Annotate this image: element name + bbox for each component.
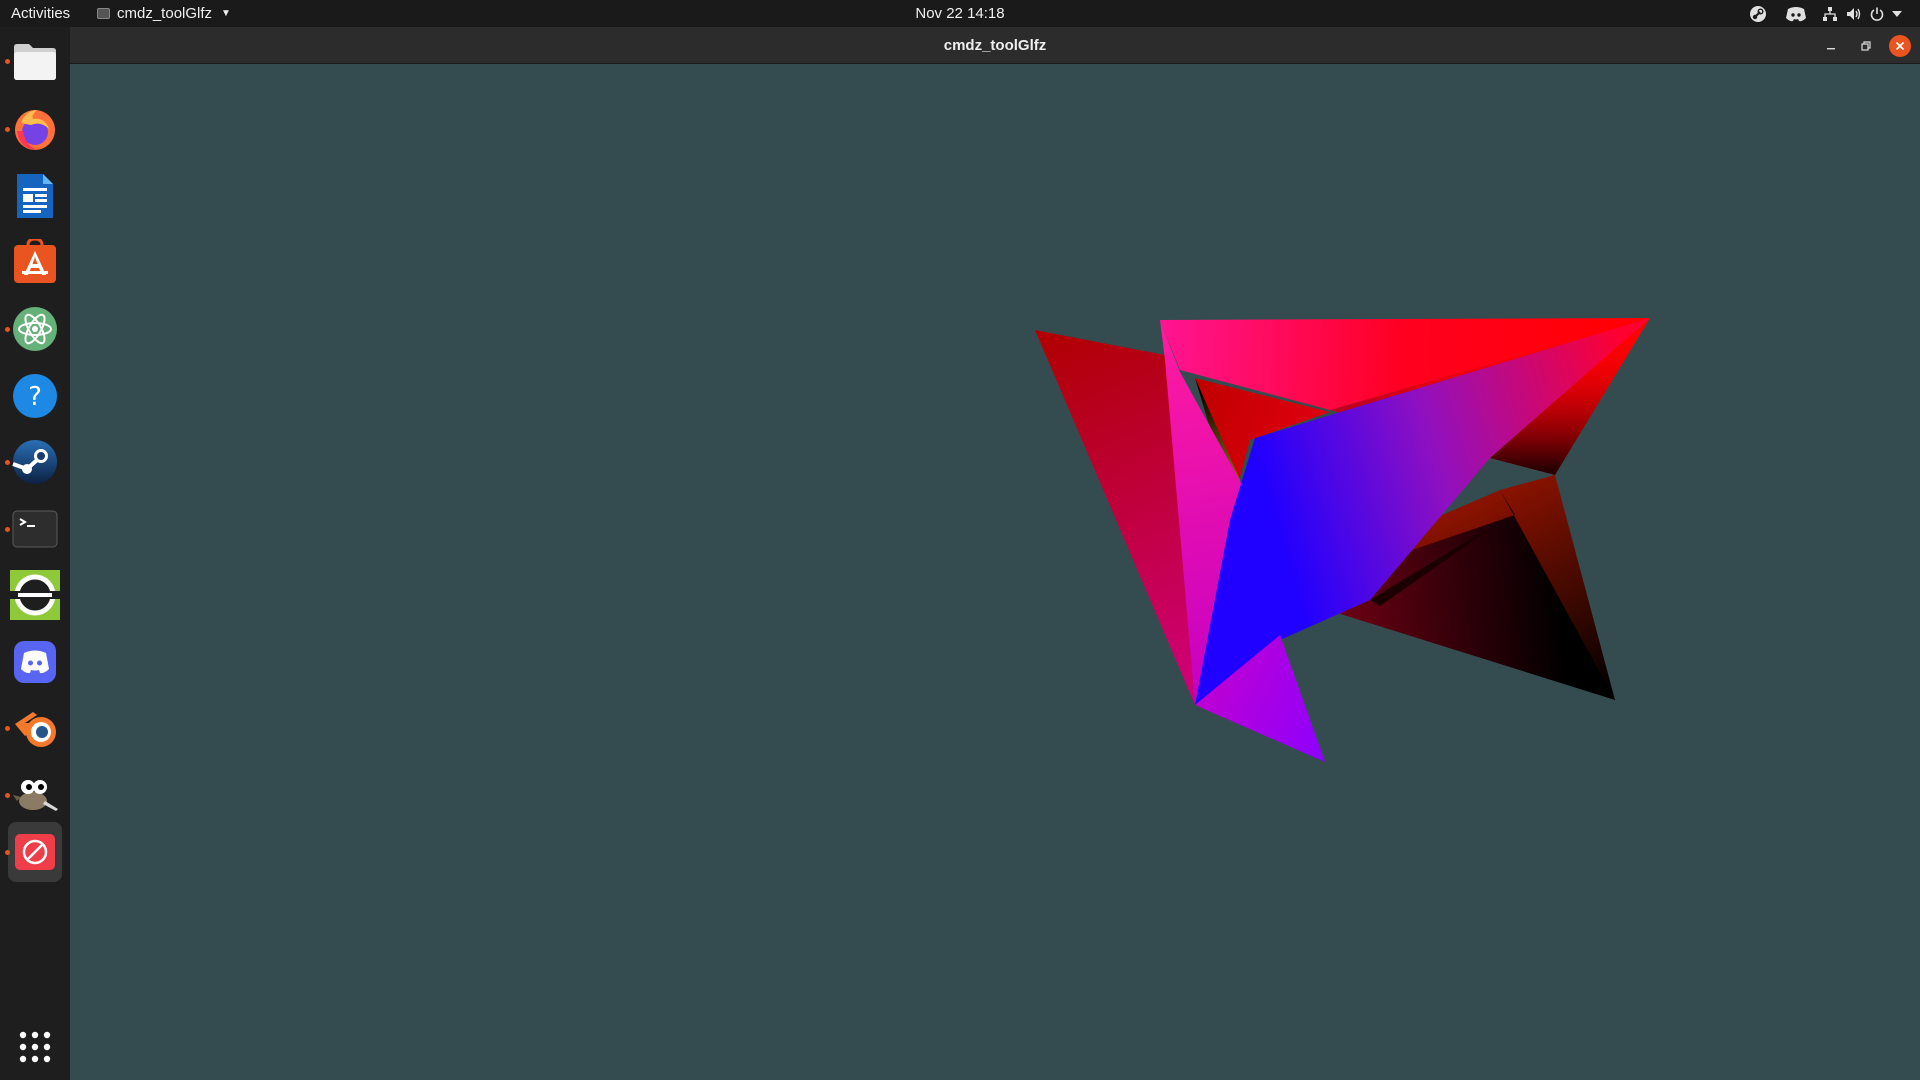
blender-icon [15, 712, 56, 747]
svg-text:?: ? [28, 382, 42, 412]
steam-tray-icon[interactable] [1742, 0, 1774, 27]
terminal-icon [12, 510, 58, 548]
app-window: cmdz_toolGlfz [70, 27, 1920, 1080]
running-indicator [5, 460, 10, 465]
running-indicator [5, 726, 10, 731]
running-indicator [5, 59, 10, 64]
dock-item-cmdz-toolglfz[interactable] [5, 822, 62, 882]
dock-item-help[interactable]: ? [8, 369, 62, 423]
show-applications-button[interactable] [8, 1020, 62, 1074]
running-indicator [5, 127, 10, 132]
volume-icon[interactable] [1842, 0, 1866, 27]
dock: ? [0, 27, 70, 1080]
files-icon [14, 44, 56, 80]
window-title: cmdz_toolGlfz [943, 37, 1047, 54]
dock-item-terminal[interactable] [5, 502, 62, 556]
dock-item-ubuntu-software[interactable] [8, 235, 62, 289]
3d-star-polyhedron [1035, 318, 1650, 762]
system-tray [1742, 0, 1906, 27]
activities-label: Activities [11, 5, 71, 22]
caret-down-icon: ▼ [221, 8, 231, 19]
restore-icon [1861, 41, 1871, 51]
window-title-area: cmdz_toolGlfz [70, 37, 1920, 54]
gl-render-canvas[interactable] [70, 64, 1920, 1080]
clock-area: Nov 22 14:18 [0, 5, 1920, 22]
discord-tray-icon[interactable] [1774, 0, 1818, 27]
firefox-icon [15, 110, 55, 150]
writer-icon [17, 174, 53, 218]
running-indicator [5, 327, 10, 332]
gimp-icon [13, 780, 58, 811]
dock-item-gimp[interactable] [5, 768, 62, 822]
app-menu-label: cmdz_toolGlfz [117, 5, 213, 22]
steam-icon [12, 440, 57, 484]
chevron-down-icon[interactable] [1888, 0, 1906, 27]
running-indicator [5, 850, 10, 855]
dock-item-green-app[interactable] [8, 568, 62, 622]
dock-item-atom[interactable] [5, 302, 62, 356]
software-icon [14, 239, 56, 283]
dock-item-steam[interactable] [5, 435, 62, 489]
help-icon: ? [13, 374, 57, 418]
network-icon[interactable] [1818, 0, 1842, 27]
restore-button[interactable] [1855, 35, 1877, 57]
window-titlebar[interactable]: cmdz_toolGlfz [70, 27, 1920, 64]
close-button[interactable] [1889, 35, 1911, 57]
dock-item-firefox[interactable] [5, 102, 62, 156]
app-menu-icon [97, 8, 110, 19]
discord-icon [14, 641, 56, 683]
running-indicator [5, 527, 10, 532]
top-bar: Activities cmdz_toolGlfz ▼ Nov 22 14:18 [0, 0, 1920, 27]
apps-grid-icon [19, 1031, 51, 1063]
running-indicator [5, 793, 10, 798]
no-entry-icon [15, 834, 55, 870]
power-icon[interactable] [1866, 0, 1888, 27]
atom-icon [13, 307, 57, 351]
dock-item-blender[interactable] [5, 701, 62, 755]
app-menu[interactable]: cmdz_toolGlfz ▼ [97, 5, 231, 22]
green-ring-icon [10, 570, 60, 620]
close-icon [1895, 41, 1905, 51]
dock-item-libreoffice-writer[interactable] [8, 169, 62, 223]
date-time[interactable]: Nov 22 14:18 [915, 5, 1004, 22]
minimize-icon [1827, 48, 1835, 50]
dock-item-discord[interactable] [8, 635, 62, 689]
minimize-button[interactable] [1820, 35, 1842, 57]
activities-button[interactable]: Activities [11, 5, 70, 22]
dock-item-files[interactable] [5, 34, 62, 88]
